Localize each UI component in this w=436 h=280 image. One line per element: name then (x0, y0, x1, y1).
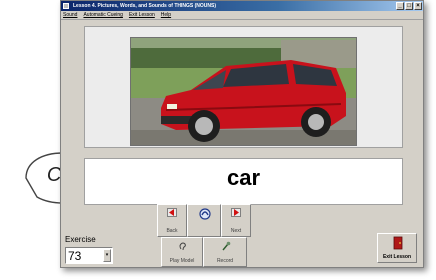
next-button[interactable]: Next (221, 204, 251, 237)
target-word: car (226, 165, 261, 190)
back-arrow-icon (167, 208, 177, 217)
headphones-icon (199, 208, 211, 220)
next-arrow-icon (231, 208, 241, 217)
menu-sound[interactable]: Sound (63, 11, 77, 19)
back-label: Back (166, 228, 178, 234)
exercise-select[interactable]: 73 ▾ (65, 247, 113, 264)
ear-icon (179, 242, 186, 251)
exit-door-icon (393, 236, 403, 250)
menu-bar: Sound Automatic Cueing Exit Lesson Help (61, 11, 423, 20)
listen-button[interactable] (187, 204, 221, 237)
maximize-button[interactable]: □ (405, 2, 413, 10)
microphone-icon (222, 241, 231, 251)
exit-lesson-label: Exit Lesson (382, 254, 412, 260)
minimize-button[interactable]: _ (396, 2, 404, 10)
lesson-window: Lesson 4. Pictures, Words, and Sounds of… (60, 0, 424, 268)
dropdown-arrow-icon[interactable]: ▾ (103, 249, 111, 262)
play-model-label: Play Model (169, 258, 195, 264)
title-bar: Lesson 4. Pictures, Words, and Sounds of… (61, 1, 423, 11)
window-title: Lesson 4. Pictures, Words, and Sounds of… (73, 3, 216, 9)
close-button[interactable]: × (414, 2, 422, 10)
exercise-value: 73 (68, 249, 82, 263)
exit-lesson-button[interactable]: Exit Lesson (377, 233, 417, 263)
menu-exit-lesson[interactable]: Exit Lesson (129, 11, 155, 19)
menu-automatic-cueing[interactable]: Automatic Cueing (83, 11, 122, 19)
exercise-label: Exercise (65, 235, 96, 244)
next-label: Next (230, 228, 242, 234)
menu-help[interactable]: Help (161, 11, 171, 19)
back-button[interactable]: Back (157, 204, 187, 237)
word-panel: car (84, 158, 403, 205)
app-icon (63, 3, 69, 9)
record-label: Record (216, 258, 234, 264)
car-photo (130, 37, 357, 146)
play-model-button[interactable]: Play Model (161, 237, 203, 267)
picture-panel (84, 26, 403, 148)
record-button[interactable]: Record (203, 237, 247, 267)
